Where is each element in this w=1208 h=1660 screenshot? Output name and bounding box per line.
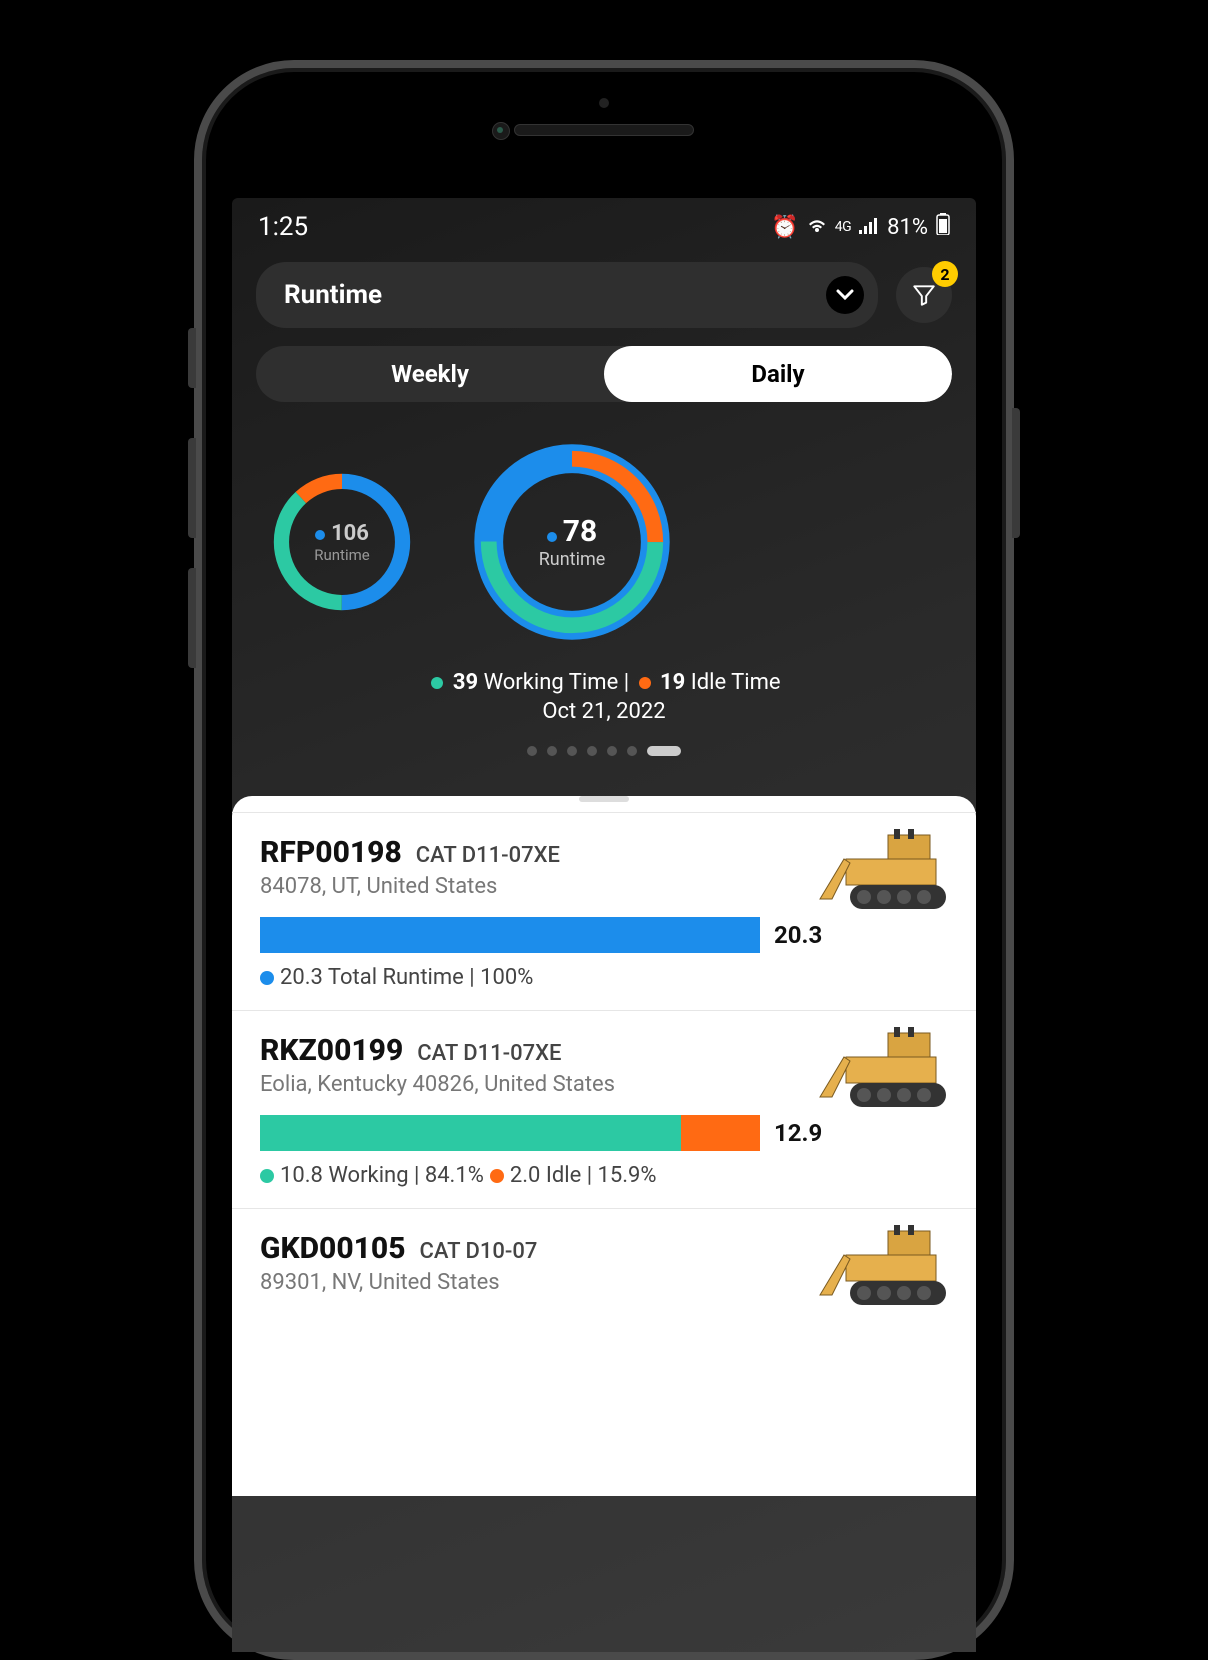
battery-text: 81% [887, 215, 928, 240]
chevron-down-icon [826, 276, 864, 314]
chart-date: Oct 21, 2022 [232, 695, 976, 724]
donut-secondary: 106 Runtime [262, 462, 422, 622]
page-dot-active [647, 746, 681, 756]
page-dot [567, 746, 577, 756]
page-indicator[interactable] [232, 724, 976, 782]
runtime-value: 20.3 [774, 921, 822, 949]
filter-icon [911, 282, 937, 308]
asset-model: CAT D10-07 [420, 1239, 538, 1264]
runtime-value: 12.9 [774, 1119, 822, 1147]
legend-dot-idle [639, 677, 651, 689]
phone-camera [492, 122, 510, 140]
legend-working-label: Working Time [484, 670, 619, 695]
period-segmented: Weekly Daily [256, 346, 952, 402]
filter-badge: 2 [932, 261, 958, 287]
phone-frame: 1:25 ⏰ 4G 81% Runtime [194, 60, 1014, 1660]
proximity-sensor [599, 98, 609, 108]
asset-id: RKZ00199 [260, 1033, 403, 1068]
phone-side-button [188, 438, 196, 538]
runtime-bar: 20.3 [260, 917, 948, 953]
donut-large-label: Runtime [539, 549, 606, 570]
status-bar: 1:25 ⏰ 4G 81% [232, 198, 976, 252]
page-dot [607, 746, 617, 756]
status-time: 1:25 [258, 212, 308, 242]
asset-model: CAT D11-07XE [417, 1041, 561, 1066]
donut-large-value: 78 [563, 514, 597, 549]
network-type: 4G [835, 219, 851, 235]
donut-small-label: Runtime [314, 546, 369, 564]
drag-handle[interactable] [579, 796, 629, 802]
phone-speaker [514, 124, 694, 136]
alarm-icon: ⏰ [771, 215, 798, 240]
donut-charts[interactable]: 106 Runtime 78 Runtime [232, 418, 976, 660]
legend-idle-value: 19 [660, 670, 685, 695]
page-dot [547, 746, 557, 756]
tab-weekly[interactable]: Weekly [256, 346, 604, 402]
wifi-icon [807, 215, 827, 240]
asset-thumbnail [816, 1225, 956, 1315]
dropdown-label: Runtime [284, 280, 382, 310]
top-controls: Runtime 2 [232, 252, 976, 346]
asset-card[interactable]: RFP00198 CAT D11-07XE 84078, UT, United … [232, 812, 976, 1010]
asset-thumbnail [816, 829, 956, 919]
signal-icon [859, 215, 879, 240]
page-dot [627, 746, 637, 756]
asset-id: RFP00198 [260, 835, 402, 870]
asset-card[interactable]: RKZ00199 CAT D11-07XE Eolia, Kentucky 40… [232, 1010, 976, 1208]
asset-id: GKD00105 [260, 1231, 406, 1266]
asset-model: CAT D11-07XE [416, 843, 560, 868]
donut-primary: 78 Runtime [462, 432, 682, 652]
legend-idle-label: Idle Time [691, 670, 781, 695]
asset-card[interactable]: GKD00105 CAT D10-07 89301, NV, United St… [232, 1208, 976, 1315]
phone-side-button [188, 568, 196, 668]
battery-icon [936, 213, 950, 241]
asset-list-sheet[interactable]: RFP00198 CAT D11-07XE 84078, UT, United … [232, 796, 976, 1496]
legend-dot-working [431, 677, 443, 689]
runtime-legend: 20.3 Total Runtime | 100% [260, 965, 948, 990]
filter-button[interactable]: 2 [896, 267, 952, 323]
metric-dropdown[interactable]: Runtime [256, 262, 878, 328]
app-screen: 1:25 ⏰ 4G 81% Runtime [232, 198, 976, 1652]
page-dot [527, 746, 537, 756]
tab-daily[interactable]: Daily [604, 346, 952, 402]
donut-small-value: 106 [331, 521, 369, 546]
legend-working-value: 39 [453, 670, 478, 695]
page-dot [587, 746, 597, 756]
runtime-bar: 12.9 [260, 1115, 948, 1151]
phone-side-button [1012, 408, 1020, 538]
runtime-legend: 10.8 Working | 84.1% 2.0 Idle | 15.9% [260, 1163, 948, 1188]
status-right: ⏰ 4G 81% [771, 213, 950, 241]
chart-legend: 39 Working Time | 19 Idle Time [232, 660, 976, 695]
asset-thumbnail [816, 1027, 956, 1117]
